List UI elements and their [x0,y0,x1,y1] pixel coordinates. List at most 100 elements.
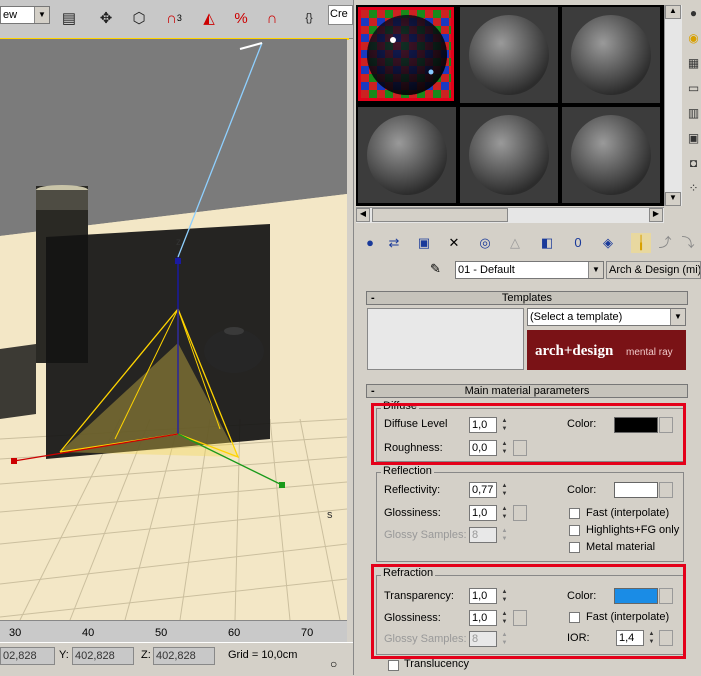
main-params-rollout-title: Main material parameters [464,385,590,397]
box-object-icon[interactable]: ⬡ [128,5,150,31]
make-copy-icon[interactable]: ◎ [475,233,495,253]
make-preview-icon[interactable]: ▣ [686,131,701,151]
reflection-color-map-button[interactable] [659,482,673,498]
collapse-icon: - [371,292,375,304]
layer-manager-icon[interactable]: ▤ [58,5,80,31]
reflectivity-spinner[interactable]: 0,77 [469,482,497,498]
chevron-down-icon: ▼ [670,309,685,325]
sample-slot[interactable] [358,107,456,203]
pick-material-eyedropper-icon[interactable]: ✎ [430,261,441,277]
sample-slot[interactable] [460,107,558,203]
named-selection-icon[interactable]: {} [298,5,320,31]
sphere-preview [562,7,660,103]
templates-rollout-header[interactable]: - Templates [366,291,688,305]
put-to-scene-icon[interactable]: ⇄ [384,233,404,253]
template-select[interactable]: (Select a template) ▼ [527,308,686,326]
diffuse-highlight-box [371,403,686,465]
perspective-viewport[interactable]: z s [0,39,347,620]
backlight-icon[interactable]: ◉ [686,31,701,51]
percent-snap-icon[interactable]: % [230,5,252,31]
get-material-icon[interactable]: ● [360,233,380,253]
sphere-preview [358,107,456,203]
slots-horizontal-scrollbar[interactable]: ◀ ▶ [356,207,664,223]
sample-slot[interactable] [562,7,660,103]
view-dropdown[interactable]: ew ▼ [0,6,50,24]
sphere-preview [562,107,660,203]
translucency-checkbox[interactable] [388,660,399,671]
scroll-down-icon[interactable]: ▼ [665,192,681,206]
show-end-result-icon[interactable]: ╽ [631,233,651,253]
angle-snap-icon[interactable]: ◭ [198,5,220,31]
time-config-icon[interactable]: ○ [330,657,337,671]
go-forward-sibling-icon[interactable]: ⤵ [678,233,698,253]
create-field[interactable]: Cre [328,5,353,25]
sphere-preview [460,107,558,203]
select-by-material-icon[interactable]: ⁘ [686,181,701,201]
options-icon[interactable]: ◘ [686,156,701,176]
create-field-text: Cre [330,8,348,20]
material-type: Arch & Design (mi) [609,264,701,276]
material-id-icon[interactable]: 0 [568,233,588,253]
spinner-snap-icon[interactable]: ∩ [261,5,283,31]
ruler-tick: 30 [9,627,22,639]
reset-map-icon[interactable]: ✕ [444,233,464,253]
y-coordinate-field[interactable]: 402,828 [72,647,134,665]
sample-type-icon[interactable]: ● [686,6,701,26]
assign-material-icon[interactable]: ▣ [414,233,434,253]
material-type-button[interactable]: Arch & Design (mi) [606,261,701,279]
ruler-tick: 70 [301,627,314,639]
video-color-icon[interactable]: ▥ [686,106,701,126]
reflection-glossiness-spinner[interactable]: 1,0 [469,505,497,521]
grid-size-readout: Grid = 10,0cm [228,649,298,661]
banner-brand: arch+design [535,343,614,359]
background-icon[interactable]: ▦ [686,56,701,76]
metal-material-label: Metal material [586,541,656,553]
scroll-up-icon[interactable]: ▲ [665,5,681,19]
go-to-parent-icon[interactable]: ⤴ [655,233,675,253]
z-value: 402,828 [156,650,196,662]
time-ruler[interactable]: 30 40 50 60 70 [0,620,347,643]
sample-uv-icon[interactable]: ▭ [686,81,701,101]
scroll-right-icon[interactable]: ▶ [649,208,663,222]
put-to-library-icon[interactable]: ◧ [537,233,557,253]
slots-vertical-scrollbar[interactable]: ▲ ▼ [664,5,682,206]
spinner-arrows-icon[interactable]: ▲ ▼ [500,527,509,543]
collapse-icon: - [371,385,375,397]
select-link-icon[interactable]: ✥ [95,5,117,31]
sample-slot[interactable] [460,7,558,103]
make-unique-icon[interactable]: △ [505,233,525,253]
y-label: Y: [59,649,69,661]
ruler-tick: 60 [228,627,241,639]
x-coordinate-field[interactable]: 02,828 [0,647,55,665]
scroll-thumb[interactable] [372,208,508,222]
spinner-arrows-icon[interactable]: ▲ ▼ [500,505,509,521]
axis-z-label: z [176,237,181,248]
template-select-value: (Select a template) [530,311,623,323]
snap-3d-icon[interactable]: ∩ 3 [163,5,185,31]
z-coordinate-field[interactable]: 402,828 [153,647,215,665]
highlights-fg-checkbox[interactable] [569,525,580,536]
material-name-field[interactable]: 01 - Default ▼ [455,261,604,279]
z-label: Z: [141,649,151,661]
main-params-rollout-header[interactable]: - Main material parameters [366,384,688,398]
metal-material-checkbox[interactable] [569,542,580,553]
sample-slot-active[interactable] [358,7,454,101]
main-toolbar: ew ▼ ▤ ✥ ⬡ ∩ 3 ◭ % ∩ {} Cre [0,0,353,39]
checker-sphere-preview [361,10,451,98]
reflection-color-label: Color: [567,484,597,496]
reflection-color-swatch[interactable] [614,482,658,498]
reflection-fast-checkbox[interactable] [569,508,580,519]
spinner-arrows-icon[interactable]: ▲ ▼ [500,482,509,498]
show-map-in-viewport-icon[interactable]: ◈ [598,233,618,253]
sample-slots [356,5,664,206]
chevron-down-icon[interactable]: ▼ [588,262,603,278]
sample-slot[interactable] [562,107,660,203]
reflection-glossiness-value: 1,0 [472,507,488,519]
reflectivity-value: 0,77 [472,484,494,496]
scroll-left-icon[interactable]: ◀ [356,208,370,222]
reflection-glossy-samples-spinner[interactable]: 8 [469,527,497,543]
arch-design-banner: arch+design mental ray [527,330,686,370]
reflection-glossiness-map-button[interactable] [513,505,527,521]
templates-rollout-title: Templates [501,292,553,304]
refraction-highlight-box [371,564,686,659]
